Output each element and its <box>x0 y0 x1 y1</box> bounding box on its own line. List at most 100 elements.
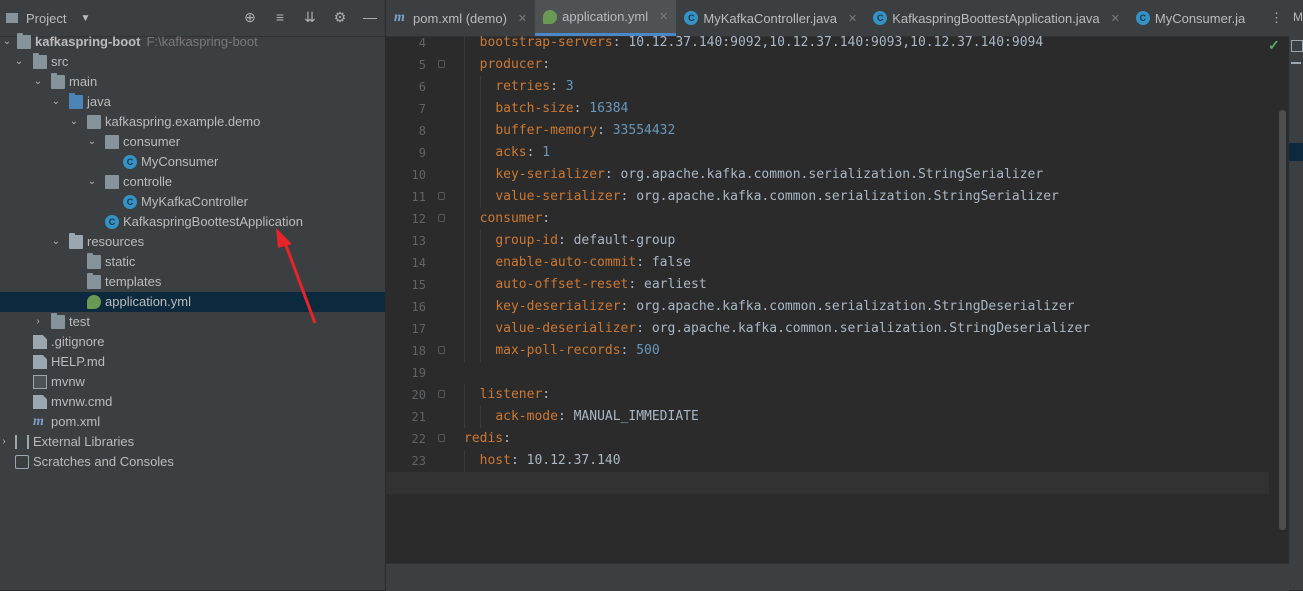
close-icon[interactable]: ✕ <box>518 12 527 25</box>
tab-boot-application[interactable]: C KafkaspringBoottestApplication.java ✕ <box>865 0 1128 36</box>
tree-item-label: kafkaspring-boot <box>35 34 141 49</box>
yaml-value: default-group <box>573 233 676 248</box>
fold-marker-icon[interactable] <box>438 192 445 200</box>
tree-item-project-root[interactable]: ⌄ kafkaspring-boot F:\kafkaspring-boot <box>0 32 385 52</box>
indent-guide <box>480 406 481 428</box>
yaml-key: key-deserializer <box>495 299 621 314</box>
expand-all-icon[interactable]: ≡ <box>271 8 289 26</box>
fold-marker-icon[interactable] <box>438 346 445 354</box>
tree-item-package-controlle[interactable]: ⌄ controlle <box>0 172 385 192</box>
tree-item-label: MyConsumer <box>141 154 219 169</box>
indent-guide <box>464 54 465 76</box>
chevron-down-icon[interactable]: ⌄ <box>86 172 98 192</box>
chevron-right-icon[interactable]: › <box>32 312 44 332</box>
more-tabs-icon[interactable]: ⋮ <box>1270 10 1283 26</box>
restore-icon[interactable] <box>1291 40 1303 52</box>
yaml-key: producer <box>479 57 543 72</box>
tab-application-yml[interactable]: application.yml ✕ <box>535 0 677 36</box>
yaml-colon: : <box>550 79 558 94</box>
folder-icon <box>33 53 47 69</box>
code-line: bootstrap-servers: 10.12.37.140:9092,10.… <box>464 32 1269 54</box>
gitignore-icon <box>33 335 47 349</box>
code-view[interactable]: bootstrap-servers: 10.12.37.140:9092,10.… <box>386 32 1269 494</box>
tree-item-boot-application[interactable]: C KafkaspringBoottestApplication <box>0 212 385 232</box>
tree-item-label: mvnw <box>51 374 85 389</box>
tree-item-test[interactable]: › test <box>0 312 385 332</box>
tree-item-label: kafkaspring.example.demo <box>105 114 261 129</box>
indent-guide <box>464 384 465 406</box>
project-path: F:\kafkaspring-boot <box>146 34 258 49</box>
project-view-selector[interactable]: Project ▼ <box>6 11 90 26</box>
indent-guide <box>480 274 481 296</box>
package-icon <box>87 115 101 129</box>
chevron-down-icon[interactable]: ⌄ <box>32 72 44 92</box>
code-line: ack-mode: MANUAL_IMMEDIATE <box>464 406 1269 428</box>
chevron-down-icon[interactable]: ⌄ <box>1 32 13 52</box>
yaml-key: buffer-memory <box>495 123 598 138</box>
tree-item-src[interactable]: ⌄ src <box>0 52 385 72</box>
close-icon[interactable]: ✕ <box>848 12 857 25</box>
tab-myconsumer[interactable]: C MyConsumer.ja <box>1128 0 1253 36</box>
yaml-colon: : <box>503 431 511 446</box>
spring-boot-class-icon: C <box>105 215 119 229</box>
tree-item-java[interactable]: ⌄ java <box>0 92 385 112</box>
tab-pom-xml[interactable]: m pom.xml (demo) ✕ <box>386 0 535 36</box>
fold-marker-icon[interactable] <box>438 214 445 222</box>
minimize-icon[interactable] <box>1291 62 1301 64</box>
tree-item-application-yml[interactable]: application.yml <box>0 292 385 312</box>
tree-item-myconsumer[interactable]: C MyConsumer <box>0 152 385 172</box>
tree-item-label: consumer <box>123 134 181 149</box>
tree-item-mvnw[interactable]: mvnw <box>0 372 385 392</box>
tree-item-static[interactable]: static <box>0 252 385 272</box>
maven-tool-label[interactable]: M <box>1293 10 1303 24</box>
tree-item-package-demo[interactable]: ⌄ kafkaspring.example.demo <box>0 112 385 132</box>
vertical-scrollbar[interactable] <box>1279 110 1286 530</box>
chevron-right-icon[interactable]: › <box>0 432 10 452</box>
hide-panel-icon[interactable]: — <box>361 8 379 26</box>
tree-item-mvnw-cmd[interactable]: mvnw.cmd <box>0 392 385 412</box>
tree-item-help-md[interactable]: HELP.md <box>0 352 385 372</box>
tree-item-gitignore[interactable]: .gitignore <box>0 332 385 352</box>
tree-item-label: test <box>69 314 90 329</box>
yaml-value: MANUAL_IMMEDIATE <box>573 409 699 424</box>
tab-label: pom.xml (demo) <box>413 10 507 26</box>
fold-marker-icon[interactable] <box>438 60 445 68</box>
yaml-key: batch-size <box>495 101 574 116</box>
fold-marker-icon[interactable] <box>438 434 445 442</box>
close-icon[interactable]: ✕ <box>1111 12 1120 25</box>
tree-item-scratches[interactable]: Scratches and Consoles <box>0 452 385 472</box>
indent-guide <box>480 186 481 208</box>
collapse-all-icon[interactable]: ⇊ <box>301 8 319 26</box>
line-number: 23 <box>411 454 426 468</box>
tree-item-mykafkacontroller[interactable]: C MyKafkaController <box>0 192 385 212</box>
chevron-down-icon: ▼ <box>80 12 91 24</box>
line-number: 11 <box>386 186 446 208</box>
close-icon[interactable]: ✕ <box>659 10 668 23</box>
tree-item-main[interactable]: ⌄ main <box>0 72 385 92</box>
chevron-down-icon[interactable]: ⌄ <box>50 232 62 252</box>
chevron-down-icon[interactable]: ⌄ <box>13 52 25 72</box>
tree-item-label: resources <box>87 234 145 249</box>
indent-guide <box>464 164 465 186</box>
tree-item-package-consumer[interactable]: ⌄ consumer <box>0 132 385 152</box>
gear-icon[interactable]: ⚙ <box>331 8 349 26</box>
yaml-key: redis <box>464 431 504 446</box>
code-line: buffer-memory: 33554432 <box>464 120 1269 142</box>
chevron-down-icon[interactable]: ⌄ <box>68 112 80 132</box>
tree-item-templates[interactable]: templates <box>0 272 385 292</box>
tree-item-resources[interactable]: ⌄ resources <box>0 232 385 252</box>
chevron-down-icon[interactable]: ⌄ <box>86 132 98 152</box>
chevron-down-icon[interactable]: ⌄ <box>50 92 62 112</box>
fold-marker-icon[interactable] <box>438 390 445 398</box>
class-icon: C <box>684 11 699 25</box>
maven-icon: m <box>33 414 44 429</box>
tree-item-pom-xml[interactable]: m pom.xml <box>0 412 385 432</box>
locate-file-icon[interactable]: ⊕ <box>241 8 259 26</box>
tree-item-external-libraries[interactable]: › External Libraries <box>0 432 385 452</box>
yaml-value: 500 <box>636 343 660 358</box>
tab-mykafkacontroller[interactable]: C MyKafkaController.java ✕ <box>676 0 865 36</box>
